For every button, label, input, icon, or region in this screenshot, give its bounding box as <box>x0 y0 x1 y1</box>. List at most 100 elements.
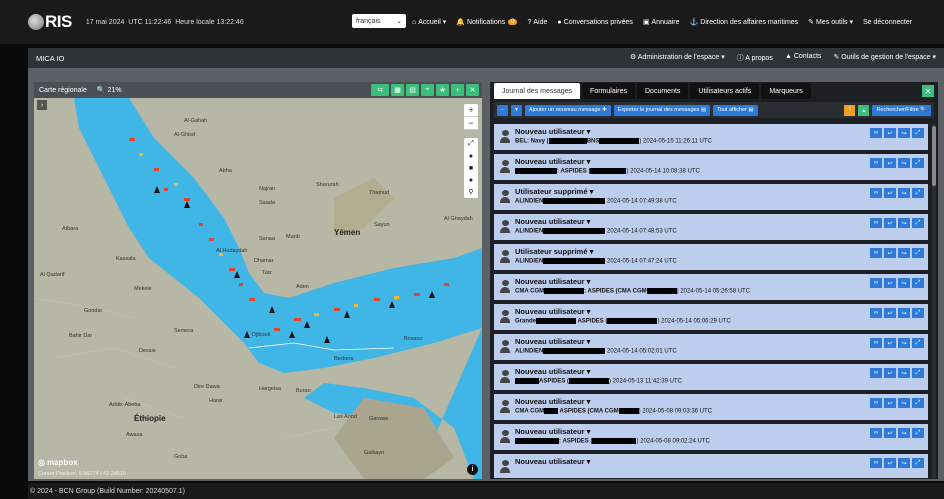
tab-active-users[interactable]: Utilisateurs actifs <box>690 83 760 99</box>
nav-conversations[interactable]: ● Conversations privées <box>557 19 633 26</box>
expand-icon[interactable]: ⤢ <box>912 428 924 438</box>
square-icon[interactable]: ■ <box>464 162 478 174</box>
link-icon[interactable]: ∞ <box>870 128 882 138</box>
message-title[interactable]: Nouveau utilisateur ▾ <box>515 427 590 436</box>
message-title[interactable]: Nouveau utilisateur ▾ <box>515 337 590 346</box>
message-title[interactable]: Nouveau utilisateur ▾ <box>515 157 590 166</box>
expand-button[interactable]: ▴ <box>858 104 870 116</box>
nav-maritime[interactable]: ⚓ Direction des affaires maritimes <box>690 18 799 27</box>
expand-icon[interactable]: ⤢ <box>912 218 924 228</box>
expand-icon[interactable]: ⤢ <box>912 158 924 168</box>
forward-icon[interactable]: ↪ <box>898 128 910 138</box>
expand-icon[interactable]: ⤢ <box>912 338 924 348</box>
link-icon[interactable]: ∞ <box>870 248 882 258</box>
expand-icon[interactable]: ⤢ <box>912 278 924 288</box>
reply-icon[interactable]: ↩ <box>884 158 896 168</box>
reply-icon[interactable]: ↩ <box>884 428 896 438</box>
scrollbar-thumb[interactable] <box>932 126 936 186</box>
close-map-button[interactable]: ✕ <box>466 84 479 96</box>
message-row[interactable]: Nouveau utilisateur ▾ ∞ ↩ ↪ ⤢ <box>494 454 928 478</box>
nav-home[interactable]: ⌂ Accueil ▾ <box>412 18 446 27</box>
link-icon[interactable]: ∞ <box>870 338 882 348</box>
nav-tools[interactable]: ✎ Mes outils ▾ <box>808 18 853 26</box>
forward-icon[interactable]: ↪ <box>898 368 910 378</box>
forward-icon[interactable]: ↪ <box>898 398 910 408</box>
zoom-in-button[interactable]: + <box>464 104 478 117</box>
nav-notifications[interactable]: 🔔 Notifications 0 <box>456 18 518 26</box>
reply-icon[interactable]: ↩ <box>884 188 896 198</box>
circle-icon[interactable]: ● <box>464 174 478 186</box>
about-link[interactable]: ⓘ A propos <box>737 53 773 63</box>
tab-markers[interactable]: Marqueurs <box>761 83 811 99</box>
info-icon[interactable]: i <box>467 464 478 475</box>
reply-icon[interactable]: ↩ <box>884 278 896 288</box>
space-admin-menu[interactable]: ⚙ Administration de l'espace ▾ <box>630 53 725 63</box>
dropdown-button[interactable]: ▾ <box>511 104 522 116</box>
grid-button[interactable]: ▦ <box>391 84 404 96</box>
message-row[interactable]: Nouveau utilisateur ▾: ASPIDES () 2024-0… <box>494 424 928 450</box>
message-row[interactable]: Nouveau utilisateur ▾ ALINDIEN 2024-05-14… <box>494 214 928 240</box>
collapse-sidebar-button[interactable]: › <box>37 100 47 110</box>
message-title[interactable]: Utilisateur supprimé ▾ <box>515 187 593 196</box>
nav-logout[interactable]: Se déconnecter <box>863 19 912 26</box>
search-filter-button[interactable]: Rechercher/Filtre 🔍 <box>872 104 931 116</box>
forward-icon[interactable]: ↪ <box>898 428 910 438</box>
expand-icon[interactable]: ⤢ <box>912 248 924 258</box>
message-title[interactable]: Utilisateur supprimé ▾ <box>515 247 593 256</box>
region-map[interactable]: › Al-Gahah Al-Ghisd Abha Najran Sharurah… <box>34 98 482 479</box>
measure-icon[interactable]: ⤢ <box>464 138 478 150</box>
link-icon[interactable]: ∞ <box>870 218 882 228</box>
space-tools-menu[interactable]: ✎ Outils de gestion de l'espace ▾ <box>833 53 936 63</box>
forward-icon[interactable]: ↪ <box>898 308 910 318</box>
message-title[interactable]: Nouveau utilisateur ▾ <box>515 307 590 316</box>
message-title[interactable]: Nouveau utilisateur ▾ <box>515 457 590 466</box>
link-icon[interactable]: ∞ <box>870 398 882 408</box>
warning-button[interactable]: ! <box>844 104 856 116</box>
link-icon[interactable]: ∞ <box>870 188 882 198</box>
app-logo[interactable]: RIS <box>28 12 72 32</box>
nav-directory[interactable]: ▣ Annuaire <box>643 18 680 27</box>
forward-icon[interactable]: ↪ <box>898 338 910 348</box>
contacts-link[interactable]: ▲ Contacts <box>785 53 822 63</box>
link-icon[interactable]: ∞ <box>870 278 882 288</box>
language-select[interactable]: français ⌄ <box>352 14 406 28</box>
message-row[interactable]: Nouveau utilisateur ▾ ALINDIEN 2024-05-14… <box>494 334 928 360</box>
expand-icon[interactable]: ⤢ <box>912 188 924 198</box>
tab-documents[interactable]: Documents <box>637 83 689 99</box>
tab-forms[interactable]: Formulaires <box>582 83 635 99</box>
reply-icon[interactable]: ↩ <box>884 368 896 378</box>
scrollbar[interactable] <box>932 124 936 478</box>
target-button[interactable]: ⌖ <box>421 84 434 96</box>
new-message-button[interactable]: Ajouter un nouveau message ✚ <box>525 104 611 116</box>
reply-icon[interactable]: ↩ <box>884 458 896 468</box>
export-log-button[interactable]: Exporter le journal des messages ▤ <box>613 104 711 116</box>
close-panel-button[interactable]: ✕ <box>922 85 934 97</box>
message-row[interactable]: Nouveau utilisateur ▾ ASPIDES () 2024-05-… <box>494 364 928 390</box>
add-button[interactable]: + <box>451 84 464 96</box>
expand-icon[interactable]: ⤢ <box>912 398 924 408</box>
expand-icon[interactable]: ⤢ <box>912 308 924 318</box>
point-icon[interactable]: ● <box>464 150 478 162</box>
message-title[interactable]: Nouveau utilisateur ▾ <box>515 367 590 376</box>
link-icon[interactable]: ∞ <box>870 428 882 438</box>
message-row[interactable]: Nouveau utilisateur ▾ Grande ASPIDES () 2… <box>494 304 928 330</box>
reply-icon[interactable]: ↩ <box>884 128 896 138</box>
star-button[interactable]: ★ <box>436 84 449 96</box>
list-button[interactable]: ▤ <box>406 84 419 96</box>
message-title[interactable]: Nouveau utilisateur ▾ <box>515 277 590 286</box>
message-row[interactable]: Nouveau utilisateur ▾ CMA CGM: ASPIDES (C… <box>494 274 928 300</box>
message-row[interactable]: Nouveau utilisateur ▾ BEL: Navy (BNS) 202… <box>494 124 928 150</box>
nav-help[interactable]: ? Aide <box>527 19 547 26</box>
collapse-button[interactable]: − <box>497 104 508 116</box>
link-icon[interactable]: ∞ <box>870 158 882 168</box>
link-icon[interactable]: ∞ <box>870 308 882 318</box>
forward-icon[interactable]: ↪ <box>898 458 910 468</box>
message-row[interactable]: Utilisateur supprimé ▾ ALINDIEN 2024-05-1… <box>494 184 928 210</box>
reply-icon[interactable]: ↩ <box>884 218 896 228</box>
marker-icon[interactable]: ⚲ <box>464 186 478 198</box>
zoom-out-button[interactable]: − <box>464 117 478 130</box>
message-title[interactable]: Nouveau utilisateur ▾ <box>515 217 590 226</box>
show-all-button[interactable]: Tout afficher ▤ <box>713 104 758 116</box>
forward-icon[interactable]: ↪ <box>898 188 910 198</box>
expand-icon[interactable]: ⤢ <box>912 368 924 378</box>
